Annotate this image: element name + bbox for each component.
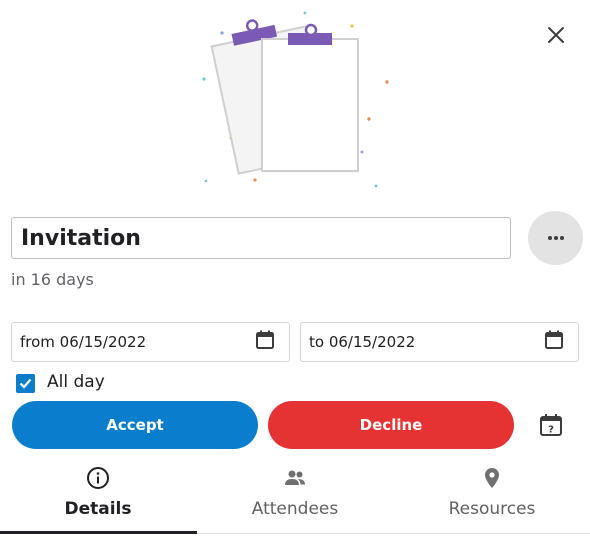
info-icon <box>87 467 109 489</box>
clipboard-front <box>261 23 359 172</box>
close-button[interactable] <box>540 19 572 51</box>
decline-button[interactable]: Decline <box>268 401 514 449</box>
end-date-field[interactable]: to 06/15/2022 <box>300 322 579 362</box>
tab-label: Attendees <box>251 499 339 519</box>
close-icon <box>548 27 564 43</box>
active-tab-indicator <box>0 531 197 534</box>
event-title-input[interactable] <box>11 217 511 259</box>
tab-resources[interactable]: Resources <box>394 462 590 534</box>
tab-divider <box>197 533 590 534</box>
tab-details[interactable]: Details <box>0 462 196 534</box>
relative-time: in 16 days <box>11 270 94 289</box>
calendar-question-icon[interactable]: ? <box>538 412 564 438</box>
tab-label: Resources <box>448 499 536 519</box>
location-pin-icon <box>485 468 499 488</box>
start-date-field[interactable]: from 06/15/2022 <box>11 322 290 362</box>
start-date-value: from 06/15/2022 <box>20 333 147 351</box>
more-options-button[interactable] <box>528 211 583 265</box>
end-date-value: to 06/15/2022 <box>309 333 416 351</box>
more-horizontal-icon <box>547 236 564 240</box>
all-day-label[interactable]: All day <box>47 372 105 392</box>
tab-attendees[interactable]: Attendees <box>197 462 393 534</box>
people-icon <box>285 470 305 485</box>
accept-button[interactable]: Accept <box>12 401 258 449</box>
calendar-icon[interactable] <box>542 328 566 352</box>
checkmark-icon <box>19 378 32 389</box>
all-day-checkbox[interactable] <box>16 374 35 393</box>
invitation-illustration <box>202 11 389 188</box>
svg-text:?: ? <box>548 425 554 436</box>
tab-label: Details <box>64 499 132 519</box>
calendar-icon[interactable] <box>253 328 277 352</box>
